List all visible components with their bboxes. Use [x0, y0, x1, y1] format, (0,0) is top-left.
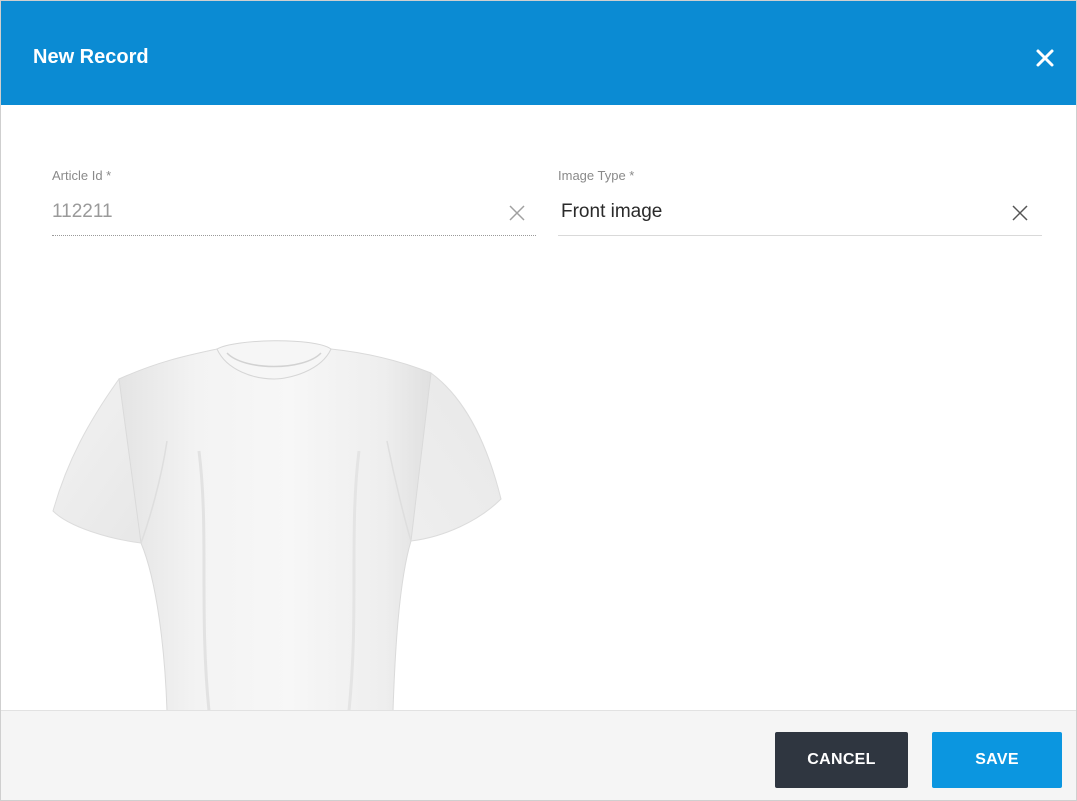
- cancel-button[interactable]: CANCEL: [775, 732, 908, 788]
- image-type-label: Image Type *: [558, 168, 635, 183]
- article-id-label: Article Id *: [52, 168, 112, 183]
- tshirt-image: [52, 340, 502, 711]
- close-button[interactable]: [1028, 41, 1062, 75]
- article-id-underline: [52, 235, 536, 236]
- save-button[interactable]: SAVE: [932, 732, 1062, 788]
- image-type-underline: [558, 235, 1042, 236]
- clear-icon: [509, 205, 525, 221]
- dialog-header: New Record: [1, 1, 1076, 105]
- image-type-clear-button[interactable]: [1009, 202, 1031, 224]
- clear-icon: [1012, 205, 1028, 221]
- article-id-clear-button[interactable]: [506, 202, 528, 224]
- dialog-footer: CANCEL SAVE: [1, 710, 1076, 800]
- dialog-title: New Record: [33, 46, 149, 68]
- close-icon: [1036, 49, 1054, 67]
- image-type-value[interactable]: Front image: [561, 201, 662, 223]
- article-id-value[interactable]: 112211: [52, 201, 113, 223]
- new-record-dialog: New Record Article Id * 112211 Image Typ…: [0, 0, 1077, 801]
- image-preview: [49, 331, 519, 711]
